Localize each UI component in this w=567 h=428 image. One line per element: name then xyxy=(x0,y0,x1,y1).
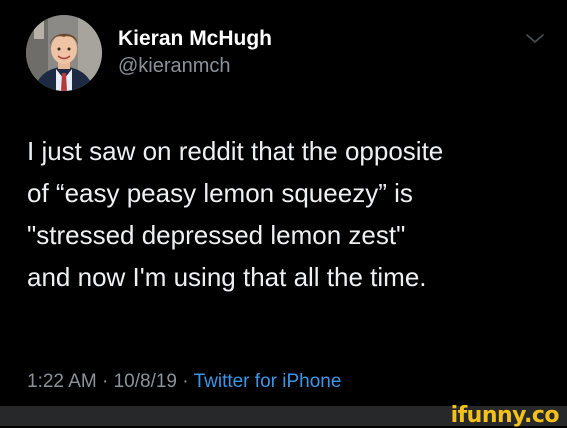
avatar[interactable] xyxy=(26,15,102,91)
tweet-time[interactable]: 1:22 AM xyxy=(27,371,97,392)
meta-separator: · xyxy=(182,371,189,392)
tweet-text: I just saw on reddit that the opposite o… xyxy=(27,130,547,298)
tweet-text-line: "stressed depressed lemon zest" xyxy=(27,220,406,250)
avatar-photo xyxy=(26,15,102,91)
ifunny-watermark: ifunny.co xyxy=(450,403,560,428)
chevron-down-icon[interactable] xyxy=(524,30,546,48)
watermark-bar: ifunny.co xyxy=(0,403,567,428)
tweet-text-line: I just saw on reddit that the opposite xyxy=(27,136,444,166)
meta-separator: · xyxy=(102,371,109,392)
tweet-source-link[interactable]: Twitter for iPhone xyxy=(194,371,342,392)
tweet-text-line: of “easy peasy lemon squeezy” is xyxy=(27,178,413,208)
tweet-text-line: and now I'm using that all the time. xyxy=(27,262,427,292)
tweet-card: Kieran McHugh @kieranmch I just saw on r… xyxy=(0,0,567,406)
author-name[interactable]: Kieran McHugh xyxy=(118,27,272,51)
tweet-date[interactable]: 10/8/19 xyxy=(114,371,177,392)
author-handle[interactable]: @kieranmch xyxy=(118,55,231,78)
tweet-metadata: 1:22 AM · 10/8/19 · Twitter for iPhone xyxy=(27,371,341,393)
